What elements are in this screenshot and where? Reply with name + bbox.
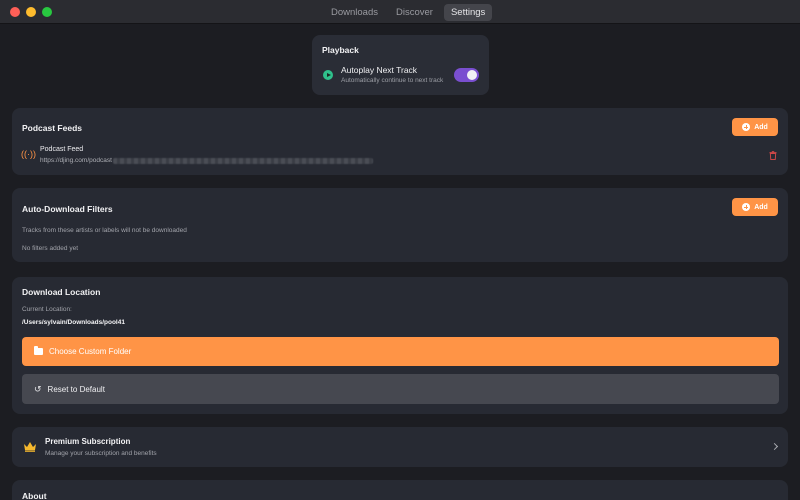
current-location-label: Current Location: bbox=[22, 306, 72, 313]
plus-icon bbox=[742, 203, 751, 211]
reset-icon: ↺ bbox=[34, 383, 42, 394]
feed-url: https://djing.com/podcast bbox=[40, 157, 373, 164]
podcast-feeds-title: Podcast Feeds bbox=[22, 123, 82, 133]
add-feed-label: Add bbox=[754, 123, 768, 131]
plus-icon bbox=[742, 123, 751, 131]
add-filter-label: Add bbox=[754, 203, 768, 211]
broadcast-icon: ((·)) bbox=[21, 149, 36, 159]
auto-download-filters-card: Auto-Download Filters Add Tracks from th… bbox=[12, 188, 788, 262]
trash-icon[interactable] bbox=[769, 151, 777, 160]
play-icon bbox=[323, 70, 333, 80]
window-controls bbox=[10, 7, 52, 17]
title-bar: Downloads Discover Settings bbox=[0, 0, 800, 24]
podcast-feeds-card: Podcast Feeds Add ((·)) Podcast Feed htt… bbox=[12, 108, 788, 175]
close-window-button[interactable] bbox=[10, 7, 20, 17]
auto-download-title: Auto-Download Filters bbox=[22, 204, 113, 214]
premium-description: Manage your subscription and benefits bbox=[45, 450, 157, 457]
redacted-url-segment bbox=[112, 158, 373, 164]
reset-to-default-button[interactable]: ↺ Reset to Default bbox=[22, 374, 779, 404]
about-card: About bbox=[12, 480, 788, 500]
premium-subscription-row[interactable]: Premium Subscription Manage your subscri… bbox=[12, 427, 788, 467]
add-feed-button[interactable]: Add bbox=[732, 118, 778, 136]
feed-name: Podcast Feed bbox=[40, 146, 84, 153]
autoplay-label: Autoplay Next Track bbox=[341, 65, 418, 75]
autoplay-toggle[interactable] bbox=[454, 68, 479, 82]
current-location-path: /Users/sylvain/Downloads/pool41 bbox=[22, 319, 125, 326]
minimize-window-button[interactable] bbox=[26, 7, 36, 17]
about-title: About bbox=[22, 491, 47, 500]
add-filter-button[interactable]: Add bbox=[732, 198, 778, 216]
tab-settings[interactable]: Settings bbox=[443, 4, 493, 21]
autoplay-description: Automatically continue to next track bbox=[341, 77, 444, 84]
filters-empty-text: No filters added yet bbox=[22, 245, 79, 252]
choose-folder-label: Choose Custom Folder bbox=[49, 347, 132, 356]
filters-description: Tracks from these artists or labels will… bbox=[22, 227, 187, 234]
folder-icon bbox=[34, 346, 43, 355]
feed-url-text: https://djing.com/podcast bbox=[40, 157, 112, 164]
premium-title: Premium Subscription bbox=[45, 437, 131, 446]
download-location-card: Download Location Current Location: /Use… bbox=[12, 277, 788, 414]
crown-icon bbox=[24, 442, 36, 452]
chevron-right-icon bbox=[770, 442, 779, 451]
download-location-title: Download Location bbox=[22, 287, 101, 297]
tab-discover[interactable]: Discover bbox=[389, 4, 440, 21]
tab-downloads[interactable]: Downloads bbox=[324, 4, 385, 21]
playback-card: Playback Autoplay Next Track Automatical… bbox=[312, 35, 489, 95]
zoom-window-button[interactable] bbox=[42, 7, 52, 17]
playback-title: Playback bbox=[322, 45, 359, 55]
reset-label: Reset to Default bbox=[47, 384, 105, 394]
choose-custom-folder-button[interactable]: Choose Custom Folder bbox=[22, 337, 779, 366]
tab-bar: Downloads Discover Settings bbox=[324, 4, 493, 21]
settings-content: Playback Autoplay Next Track Automatical… bbox=[0, 25, 800, 500]
